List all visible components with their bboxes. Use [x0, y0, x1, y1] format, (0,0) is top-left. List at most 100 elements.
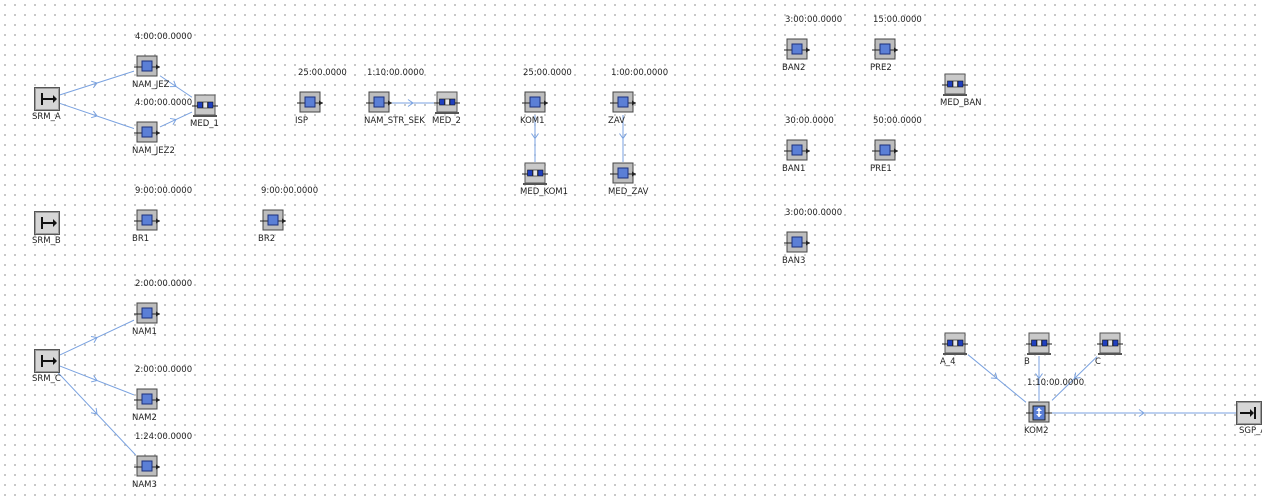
station-icon [134, 302, 160, 324]
processing-time: 4:00:00.0000 [135, 98, 193, 108]
station-icon [784, 139, 810, 161]
source-icon [34, 349, 60, 373]
object-label: C [1095, 357, 1101, 367]
processing-time: 3:00:00.0000 [785, 208, 843, 218]
object-label: KOM2 [1024, 426, 1049, 436]
object-label: PRE1 [870, 164, 892, 174]
object-label: BR1 [132, 234, 150, 244]
station-icon [134, 55, 160, 77]
object-ban1[interactable] [784, 139, 810, 161]
object-label: MED_1 [190, 119, 219, 129]
object-med-1[interactable] [192, 94, 218, 117]
processing-time: 3:00:00.0000 [785, 15, 843, 25]
object-label: NAM1 [132, 327, 157, 337]
buffer-icon [942, 332, 968, 355]
object-label: ISP [295, 116, 309, 126]
object-med-ban[interactable] [942, 73, 968, 96]
object-kom2[interactable] [1026, 401, 1052, 423]
processing-time: 30:00.0000 [785, 116, 834, 126]
object-nam1[interactable] [134, 302, 160, 324]
object-nam2[interactable] [134, 388, 160, 410]
object-br1[interactable] [134, 209, 160, 231]
processing-time: 4:00:00.0000 [135, 32, 193, 42]
station-icon [134, 455, 160, 477]
processing-time: 2:00:00.0000 [135, 365, 193, 375]
source-icon [34, 211, 60, 235]
object-label: NAM_JEZ2 [132, 146, 175, 156]
object-label: SRM_B [32, 236, 61, 246]
buffer-icon [942, 73, 968, 96]
object-srm-b[interactable] [34, 211, 60, 235]
object-zav[interactable] [610, 91, 636, 113]
processing-time: 1:10:00.0000 [1027, 378, 1085, 388]
object-ban2[interactable] [784, 38, 810, 60]
station-icon [522, 91, 548, 113]
object-br2[interactable] [260, 209, 286, 231]
station-icon [610, 91, 636, 113]
object-pre2[interactable] [872, 38, 898, 60]
buffer-icon [434, 91, 460, 114]
object-med-kom1[interactable] [522, 162, 548, 185]
object-label: BAN2 [782, 63, 806, 73]
object-sgp-a[interactable] [1236, 401, 1262, 425]
buffer-icon [1097, 332, 1123, 355]
station-icon [297, 91, 323, 113]
source-icon [34, 87, 60, 111]
station-icon [260, 209, 286, 231]
object-c[interactable] [1097, 332, 1123, 355]
object-label: SRM_C [32, 374, 61, 384]
station-icon [784, 231, 810, 253]
object-a-4[interactable] [942, 332, 968, 355]
object-med-2[interactable] [434, 91, 460, 114]
object-med-zav[interactable] [610, 162, 636, 184]
object-label: SRM_A [32, 112, 61, 122]
object-label: NAM3 [132, 480, 157, 490]
processing-time: 9:00:00.0000 [261, 186, 319, 196]
object-label: ZAV [608, 116, 625, 126]
object-label: MED_ZAV [608, 187, 649, 197]
station-icon [134, 209, 160, 231]
object-label: NAM_JEZ [132, 80, 170, 90]
object-label: NAM2 [132, 413, 157, 423]
station-icon [134, 121, 160, 143]
processing-time: 50:00.0000 [873, 116, 922, 126]
object-label: PRE2 [870, 63, 892, 73]
object-label: A_4 [940, 357, 956, 367]
processing-time: 1:24:00.0000 [135, 432, 193, 442]
processing-time: 1:00:00.0000 [611, 68, 669, 78]
object-srm-c[interactable] [34, 349, 60, 373]
object-ban3[interactable] [784, 231, 810, 253]
object-srm-a[interactable] [34, 87, 60, 111]
object-label: KOM1 [520, 116, 545, 126]
object-label: MED_BAN [940, 98, 982, 108]
object-nam3[interactable] [134, 455, 160, 477]
buffer-icon [1026, 332, 1052, 355]
object-b[interactable] [1026, 332, 1052, 355]
buffer-icon [192, 94, 218, 117]
object-label: BR2 [258, 234, 276, 244]
model-canvas[interactable]: SRM_A NAM_JEZ 4:00:00.0000 NAM_JEZ2 4:00:0… [0, 0, 1262, 501]
object-nam-str-sek[interactable] [366, 91, 392, 113]
object-isp[interactable] [297, 91, 323, 113]
object-label: SGP_A [1239, 426, 1262, 436]
station-icon [784, 38, 810, 60]
station-icon [134, 388, 160, 410]
processing-time: 25:00.0000 [298, 68, 347, 78]
assembly-icon [1026, 401, 1052, 423]
object-label: MED_KOM1 [520, 187, 569, 197]
object-nam-jez2[interactable] [134, 121, 160, 143]
object-label: B [1024, 357, 1030, 367]
station-icon [872, 139, 898, 161]
station-icon [610, 162, 636, 184]
object-pre1[interactable] [872, 139, 898, 161]
drain-icon [1236, 401, 1262, 425]
processing-time: 25:00.0000 [523, 68, 572, 78]
object-label: BAN3 [782, 256, 806, 266]
object-nam-jez[interactable] [134, 55, 160, 77]
object-label: MED_2 [432, 116, 461, 126]
processing-time: 9:00:00.0000 [135, 186, 193, 196]
object-kom1[interactable] [522, 91, 548, 113]
processing-time: 1:10:00.0000 [367, 68, 425, 78]
object-label: BAN1 [782, 164, 806, 174]
station-icon [366, 91, 392, 113]
